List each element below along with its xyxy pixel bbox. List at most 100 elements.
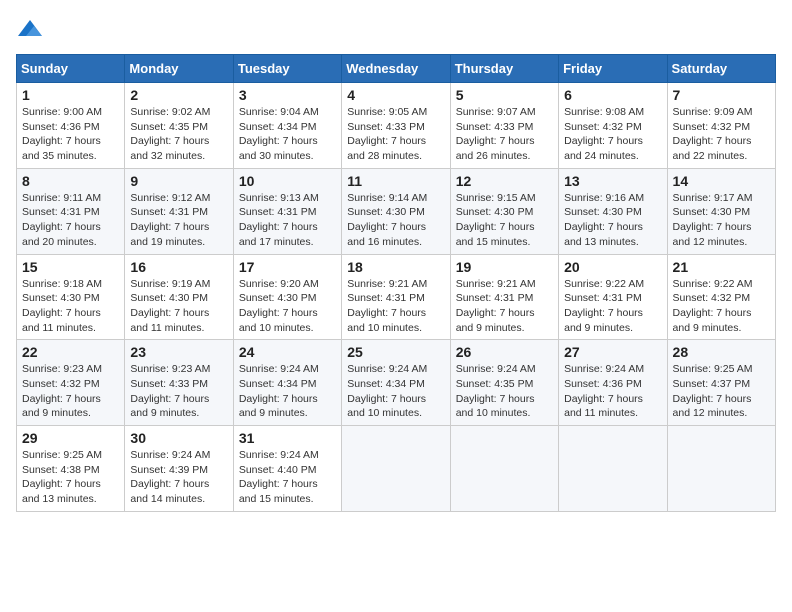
sunrise-label: Sunrise: 9:07 AM xyxy=(456,106,536,118)
day-info: Sunrise: 9:18 AM Sunset: 4:30 PM Dayligh… xyxy=(22,277,119,336)
sunrise-label: Sunrise: 9:04 AM xyxy=(239,106,319,118)
header-day-thursday: Thursday xyxy=(450,55,558,83)
daylight-label: Daylight: 7 hours and 22 minutes. xyxy=(673,135,752,162)
calendar-week-1: 1 Sunrise: 9:00 AM Sunset: 4:36 PM Dayli… xyxy=(17,83,776,169)
day-number: 5 xyxy=(456,87,553,103)
daylight-label: Daylight: 7 hours and 10 minutes. xyxy=(347,393,426,420)
sunset-label: Sunset: 4:38 PM xyxy=(22,464,100,476)
day-number: 8 xyxy=(22,173,119,189)
day-number: 29 xyxy=(22,430,119,446)
sunset-label: Sunset: 4:33 PM xyxy=(347,121,425,133)
day-number: 9 xyxy=(130,173,227,189)
calendar-cell: 10 Sunrise: 9:13 AM Sunset: 4:31 PM Dayl… xyxy=(233,168,341,254)
day-info: Sunrise: 9:20 AM Sunset: 4:30 PM Dayligh… xyxy=(239,277,336,336)
day-number: 13 xyxy=(564,173,661,189)
sunset-label: Sunset: 4:31 PM xyxy=(130,206,208,218)
day-number: 17 xyxy=(239,259,336,275)
daylight-label: Daylight: 7 hours and 19 minutes. xyxy=(130,221,209,248)
calendar-cell: 23 Sunrise: 9:23 AM Sunset: 4:33 PM Dayl… xyxy=(125,340,233,426)
sunrise-label: Sunrise: 9:24 AM xyxy=(239,363,319,375)
header-row: SundayMondayTuesdayWednesdayThursdayFrid… xyxy=(17,55,776,83)
sunrise-label: Sunrise: 9:24 AM xyxy=(130,449,210,461)
calendar-cell: 24 Sunrise: 9:24 AM Sunset: 4:34 PM Dayl… xyxy=(233,340,341,426)
sunset-label: Sunset: 4:32 PM xyxy=(673,121,751,133)
day-info: Sunrise: 9:02 AM Sunset: 4:35 PM Dayligh… xyxy=(130,105,227,164)
day-info: Sunrise: 9:21 AM Sunset: 4:31 PM Dayligh… xyxy=(347,277,444,336)
sunrise-label: Sunrise: 9:23 AM xyxy=(22,363,102,375)
day-number: 1 xyxy=(22,87,119,103)
sunset-label: Sunset: 4:34 PM xyxy=(347,378,425,390)
sunrise-label: Sunrise: 9:05 AM xyxy=(347,106,427,118)
calendar-week-4: 22 Sunrise: 9:23 AM Sunset: 4:32 PM Dayl… xyxy=(17,340,776,426)
daylight-label: Daylight: 7 hours and 11 minutes. xyxy=(22,307,101,334)
daylight-label: Daylight: 7 hours and 15 minutes. xyxy=(456,221,535,248)
day-info: Sunrise: 9:24 AM Sunset: 4:35 PM Dayligh… xyxy=(456,362,553,421)
day-info: Sunrise: 9:22 AM Sunset: 4:31 PM Dayligh… xyxy=(564,277,661,336)
day-number: 3 xyxy=(239,87,336,103)
day-number: 22 xyxy=(22,344,119,360)
calendar-cell: 2 Sunrise: 9:02 AM Sunset: 4:35 PM Dayli… xyxy=(125,83,233,169)
day-info: Sunrise: 9:19 AM Sunset: 4:30 PM Dayligh… xyxy=(130,277,227,336)
sunrise-label: Sunrise: 9:24 AM xyxy=(456,363,536,375)
calendar-cell: 20 Sunrise: 9:22 AM Sunset: 4:31 PM Dayl… xyxy=(559,254,667,340)
calendar-cell: 31 Sunrise: 9:24 AM Sunset: 4:40 PM Dayl… xyxy=(233,426,341,512)
logo-icon xyxy=(16,16,44,44)
calendar-cell: 14 Sunrise: 9:17 AM Sunset: 4:30 PM Dayl… xyxy=(667,168,775,254)
sunset-label: Sunset: 4:32 PM xyxy=(22,378,100,390)
sunset-label: Sunset: 4:31 PM xyxy=(239,206,317,218)
calendar-cell: 26 Sunrise: 9:24 AM Sunset: 4:35 PM Dayl… xyxy=(450,340,558,426)
daylight-label: Daylight: 7 hours and 13 minutes. xyxy=(564,221,643,248)
calendar-cell: 3 Sunrise: 9:04 AM Sunset: 4:34 PM Dayli… xyxy=(233,83,341,169)
calendar-cell: 6 Sunrise: 9:08 AM Sunset: 4:32 PM Dayli… xyxy=(559,83,667,169)
day-number: 2 xyxy=(130,87,227,103)
sunset-label: Sunset: 4:30 PM xyxy=(456,206,534,218)
calendar-week-3: 15 Sunrise: 9:18 AM Sunset: 4:30 PM Dayl… xyxy=(17,254,776,340)
calendar-cell: 18 Sunrise: 9:21 AM Sunset: 4:31 PM Dayl… xyxy=(342,254,450,340)
sunrise-label: Sunrise: 9:17 AM xyxy=(673,192,753,204)
header-day-friday: Friday xyxy=(559,55,667,83)
day-info: Sunrise: 9:16 AM Sunset: 4:30 PM Dayligh… xyxy=(564,191,661,250)
header-day-monday: Monday xyxy=(125,55,233,83)
day-info: Sunrise: 9:22 AM Sunset: 4:32 PM Dayligh… xyxy=(673,277,770,336)
header-day-wednesday: Wednesday xyxy=(342,55,450,83)
calendar-cell: 12 Sunrise: 9:15 AM Sunset: 4:30 PM Dayl… xyxy=(450,168,558,254)
day-number: 23 xyxy=(130,344,227,360)
sunset-label: Sunset: 4:36 PM xyxy=(22,121,100,133)
sunset-label: Sunset: 4:31 PM xyxy=(22,206,100,218)
day-info: Sunrise: 9:24 AM Sunset: 4:39 PM Dayligh… xyxy=(130,448,227,507)
daylight-label: Daylight: 7 hours and 30 minutes. xyxy=(239,135,318,162)
daylight-label: Daylight: 7 hours and 20 minutes. xyxy=(22,221,101,248)
day-number: 6 xyxy=(564,87,661,103)
day-info: Sunrise: 9:13 AM Sunset: 4:31 PM Dayligh… xyxy=(239,191,336,250)
day-info: Sunrise: 9:14 AM Sunset: 4:30 PM Dayligh… xyxy=(347,191,444,250)
day-number: 20 xyxy=(564,259,661,275)
sunrise-label: Sunrise: 9:24 AM xyxy=(564,363,644,375)
daylight-label: Daylight: 7 hours and 12 minutes. xyxy=(673,221,752,248)
day-number: 19 xyxy=(456,259,553,275)
day-info: Sunrise: 9:04 AM Sunset: 4:34 PM Dayligh… xyxy=(239,105,336,164)
day-info: Sunrise: 9:24 AM Sunset: 4:40 PM Dayligh… xyxy=(239,448,336,507)
calendar-cell: 16 Sunrise: 9:19 AM Sunset: 4:30 PM Dayl… xyxy=(125,254,233,340)
logo xyxy=(16,16,48,44)
day-number: 12 xyxy=(456,173,553,189)
calendar-cell: 8 Sunrise: 9:11 AM Sunset: 4:31 PM Dayli… xyxy=(17,168,125,254)
sunset-label: Sunset: 4:30 PM xyxy=(673,206,751,218)
sunset-label: Sunset: 4:35 PM xyxy=(456,378,534,390)
sunset-label: Sunset: 4:33 PM xyxy=(456,121,534,133)
calendar-cell: 5 Sunrise: 9:07 AM Sunset: 4:33 PM Dayli… xyxy=(450,83,558,169)
daylight-label: Daylight: 7 hours and 11 minutes. xyxy=(564,393,643,420)
sunrise-label: Sunrise: 9:14 AM xyxy=(347,192,427,204)
day-info: Sunrise: 9:25 AM Sunset: 4:38 PM Dayligh… xyxy=(22,448,119,507)
day-info: Sunrise: 9:25 AM Sunset: 4:37 PM Dayligh… xyxy=(673,362,770,421)
day-number: 30 xyxy=(130,430,227,446)
calendar-cell xyxy=(559,426,667,512)
sunset-label: Sunset: 4:31 PM xyxy=(347,292,425,304)
daylight-label: Daylight: 7 hours and 9 minutes. xyxy=(456,307,535,334)
day-number: 16 xyxy=(130,259,227,275)
sunset-label: Sunset: 4:31 PM xyxy=(564,292,642,304)
sunset-label: Sunset: 4:31 PM xyxy=(456,292,534,304)
calendar-cell xyxy=(450,426,558,512)
daylight-label: Daylight: 7 hours and 10 minutes. xyxy=(456,393,535,420)
sunrise-label: Sunrise: 9:12 AM xyxy=(130,192,210,204)
calendar-cell: 27 Sunrise: 9:24 AM Sunset: 4:36 PM Dayl… xyxy=(559,340,667,426)
